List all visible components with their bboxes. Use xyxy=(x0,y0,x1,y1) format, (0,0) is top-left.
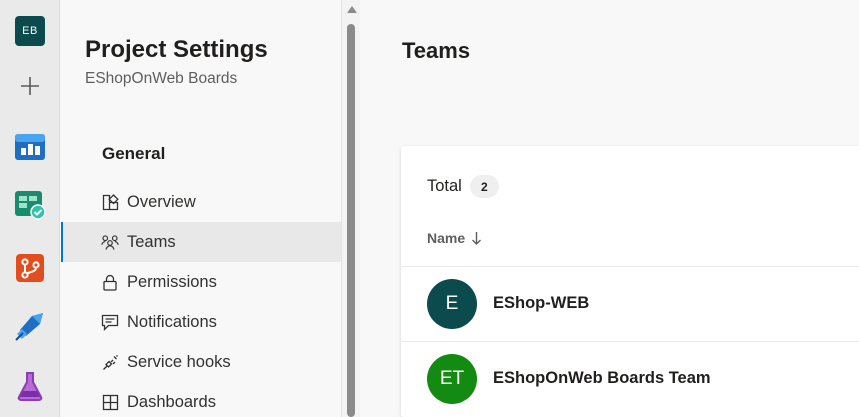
boards-hub-button[interactable] xyxy=(13,187,47,221)
nav-item-label: Dashboards xyxy=(127,392,216,411)
plug-icon xyxy=(101,353,119,371)
plus-icon xyxy=(21,77,39,95)
main-content: Teams Total 2 Name E EShop-WEB ET EShopO… xyxy=(361,0,859,417)
nav-item-dashboards[interactable]: Dashboards xyxy=(61,382,341,417)
nav-item-service-hooks[interactable]: Service hooks xyxy=(61,342,341,382)
repos-hub-button[interactable] xyxy=(13,251,47,285)
teams-card: Total 2 Name E EShop-WEB ET EShopOnWeb B… xyxy=(401,146,859,417)
test-plans-icon xyxy=(17,372,43,401)
grid-icon xyxy=(101,393,119,411)
sort-descending-icon xyxy=(471,231,482,246)
nav-section-general: General xyxy=(102,144,166,163)
boards-icon xyxy=(15,191,46,220)
pipelines-icon xyxy=(15,313,43,341)
overview-icon xyxy=(101,193,119,211)
app-rail: EB xyxy=(0,0,60,417)
team-avatar: ET xyxy=(427,353,477,404)
team-row[interactable]: E EShop-WEB xyxy=(401,266,859,340)
column-header-label: Name xyxy=(427,230,466,246)
team-name-link[interactable]: EShop-WEB xyxy=(493,294,589,313)
repos-icon xyxy=(16,254,44,282)
overview-icon xyxy=(15,134,45,160)
team-avatar-initials: ET xyxy=(439,367,465,389)
nav-item-label: Permissions xyxy=(127,272,217,291)
nav-item-overview[interactable]: Overview xyxy=(61,182,341,222)
nav-item-label: Teams xyxy=(127,232,176,251)
nav-item-label: Overview xyxy=(127,192,196,211)
scroll-up-arrow[interactable] xyxy=(347,6,357,13)
nav-title: Project Settings xyxy=(85,36,268,63)
new-button[interactable] xyxy=(13,69,47,103)
team-row[interactable]: ET EShopOnWeb Boards Team xyxy=(401,341,859,415)
nav-item-label: Notifications xyxy=(127,312,217,331)
overview-hub-button[interactable] xyxy=(13,130,47,164)
lock-icon xyxy=(101,273,119,291)
total-count-badge: 2 xyxy=(469,175,499,198)
total-label: Total xyxy=(427,177,462,195)
chat-icon xyxy=(101,313,119,331)
team-avatar-initials: E xyxy=(445,292,459,314)
teams-icon xyxy=(101,233,119,251)
nav-items: Overview Teams Permissions Notifications… xyxy=(61,182,341,417)
nav-item-label: Service hooks xyxy=(127,352,231,371)
team-name-link[interactable]: EShopOnWeb Boards Team xyxy=(493,369,711,388)
nav-item-teams[interactable]: Teams xyxy=(61,222,341,262)
page-title: Teams xyxy=(402,38,471,63)
org-avatar: EB xyxy=(15,16,45,46)
total-summary: Total 2 xyxy=(427,175,499,198)
pipelines-hub-button[interactable] xyxy=(13,309,47,343)
scroll-thumb[interactable] xyxy=(347,24,355,417)
nav-item-permissions[interactable]: Permissions xyxy=(61,262,341,302)
org-avatar-button[interactable]: EB xyxy=(13,14,47,48)
team-avatar: E xyxy=(427,278,477,329)
column-header-name[interactable]: Name xyxy=(427,230,482,246)
settings-nav: Project Settings EShopOnWeb Boards Gener… xyxy=(61,0,341,417)
test-plans-hub-button[interactable] xyxy=(13,369,47,403)
nav-item-notifications[interactable]: Notifications xyxy=(61,302,341,342)
nav-subtitle: EShopOnWeb Boards xyxy=(85,70,238,87)
nav-scrollbar[interactable] xyxy=(341,0,360,417)
